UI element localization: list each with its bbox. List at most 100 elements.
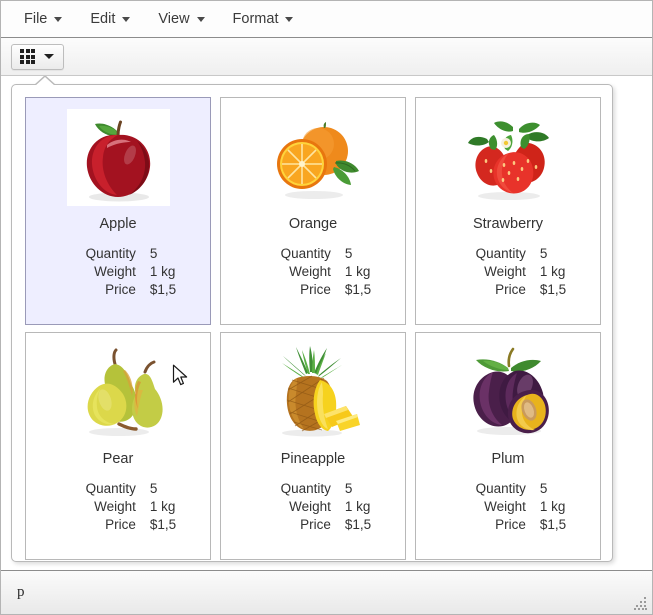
attr-label-weight: Weight: [289, 263, 331, 279]
attr-value-price: $1,5: [149, 281, 177, 297]
attr-spacer: [136, 264, 150, 279]
attr-value-price: $1,5: [344, 516, 372, 532]
attr-label-quantity: Quantity: [85, 480, 136, 496]
attr-label-weight: Weight: [289, 498, 331, 514]
status-bar: p: [1, 570, 652, 614]
status-text: p: [17, 584, 25, 600]
fruit-card-attributes: Quantity 5 Weight 1 kg Price $1,5: [255, 245, 372, 297]
attr-label-quantity: Quantity: [85, 245, 136, 261]
attr-value-weight: 1 kg: [539, 498, 566, 514]
content-area: Apple Quantity 5 Weight 1 kg Price $1,5: [1, 76, 652, 570]
fruit-card-attributes: Quantity 5 Weight 1 kg Price $1,5: [60, 480, 177, 532]
menu-item-file[interactable]: File: [13, 7, 73, 31]
attr-value-price: $1,5: [539, 516, 567, 532]
fruit-card-title: Orange: [288, 216, 338, 232]
attr-spacer: [136, 517, 150, 532]
fruit-card[interactable]: Plum Quantity 5 Weight 1 kg Price $1,5: [415, 332, 601, 560]
chevron-down-icon: [285, 16, 294, 22]
attr-spacer: [136, 481, 150, 496]
resize-grip-dot: [640, 605, 642, 607]
resize-grip-icon[interactable]: [634, 597, 647, 610]
attr-value-price: $1,5: [149, 516, 177, 532]
plum-image: [456, 344, 560, 441]
attr-spacer: [526, 282, 540, 297]
chevron-down-icon: [196, 16, 205, 22]
application-window: File Edit View Format Apple Quantity 5 Weight 1…: [0, 0, 653, 615]
attr-spacer: [526, 246, 540, 261]
attr-value-weight: 1 kg: [344, 498, 371, 514]
resize-grip-dot: [644, 605, 646, 607]
attr-spacer: [526, 517, 540, 532]
apple-image: [66, 109, 170, 206]
resize-grip-dot: [640, 601, 642, 603]
grid-view-dropdown-button[interactable]: [11, 43, 64, 70]
fruit-card[interactable]: Strawberry Quantity 5 Weight 1 kg Price $1,5: [415, 97, 601, 325]
attr-spacer: [331, 517, 345, 532]
attr-spacer: [331, 481, 345, 496]
attr-value-quantity: 5: [149, 480, 158, 496]
attr-label-quantity: Quantity: [280, 245, 331, 261]
fruit-card[interactable]: Pineapple Quantity 5 Weight 1 kg Price $1,5: [220, 332, 406, 560]
resize-grip-dot: [642, 608, 644, 610]
attr-spacer: [526, 264, 540, 279]
attr-label-price: Price: [300, 516, 331, 532]
menu-item-label: View: [158, 11, 190, 27]
resize-grip-dot: [645, 608, 647, 610]
attr-value-quantity: 5: [149, 245, 158, 261]
attr-label-weight: Weight: [484, 263, 526, 279]
attr-value-weight: 1 kg: [344, 263, 371, 279]
menu-item-label: File: [24, 11, 48, 27]
attr-label-price: Price: [105, 516, 136, 532]
resize-grip-dot: [644, 601, 646, 603]
menu-item-label: Edit: [90, 11, 116, 27]
attr-label-price: Price: [105, 281, 136, 297]
attr-spacer: [136, 246, 150, 261]
attr-value-price: $1,5: [539, 281, 567, 297]
attr-spacer: [136, 282, 150, 297]
attr-value-quantity: 5: [344, 245, 353, 261]
chevron-down-icon: [44, 54, 54, 59]
grid-popup-panel: Apple Quantity 5 Weight 1 kg Price $1,5: [11, 76, 613, 562]
resize-grip-dot: [636, 605, 638, 607]
attr-spacer: [331, 499, 345, 514]
attr-value-weight: 1 kg: [539, 263, 566, 279]
attr-spacer: [526, 481, 540, 496]
fruit-card-attributes: Quantity 5 Weight 1 kg Price $1,5: [450, 481, 567, 532]
attr-label-quantity: Quantity: [280, 480, 331, 496]
attr-spacer: [331, 264, 345, 279]
attr-spacer: [331, 246, 345, 261]
menu-item-edit[interactable]: Edit: [79, 7, 141, 31]
fruit-card-attributes: Quantity 5 Weight 1 kg Price $1,5: [255, 480, 372, 532]
attr-label-weight: Weight: [94, 498, 136, 514]
pineapple-image: [261, 344, 365, 441]
fruit-card[interactable]: Apple Quantity 5 Weight 1 kg Price $1,5: [25, 97, 211, 325]
chevron-down-icon: [54, 16, 63, 22]
resize-grip-dot: [634, 608, 636, 610]
fruit-card[interactable]: Orange Quantity 5 Weight 1 kg Price $1,5: [220, 97, 406, 325]
popup-arrow-fill: [35, 77, 55, 86]
menu-item-format[interactable]: Format: [222, 7, 305, 31]
attr-value-quantity: 5: [539, 245, 548, 261]
attr-value-weight: 1 kg: [149, 498, 176, 514]
attr-label-weight: Weight: [484, 498, 526, 514]
resize-grip-dot: [644, 597, 646, 599]
resize-grip-dot: [638, 608, 640, 610]
fruit-card-attributes: Quantity 5 Weight 1 kg Price $1,5: [60, 245, 177, 297]
attr-label-price: Price: [495, 281, 526, 297]
attr-label-weight: Weight: [94, 263, 136, 279]
menu-item-view[interactable]: View: [147, 7, 215, 31]
attr-label-price: Price: [495, 516, 526, 532]
toolbar: [1, 38, 652, 76]
attr-value-price: $1,5: [344, 281, 372, 297]
attr-value-quantity: 5: [344, 480, 353, 496]
strawberry-image: [456, 109, 560, 206]
orange-image: [261, 109, 365, 206]
attr-label-quantity: Quantity: [475, 245, 526, 261]
fruit-card[interactable]: Pear Quantity 5 Weight 1 kg Price $1,5: [25, 332, 211, 560]
fruit-card-attributes: Quantity 5 Weight 1 kg Price $1,5: [450, 245, 567, 297]
fruit-card-title: Pear: [102, 451, 134, 467]
fruit-card-grid: Apple Quantity 5 Weight 1 kg Price $1,5: [25, 97, 601, 560]
attr-spacer: [526, 499, 540, 514]
fruit-card-title: Plum: [491, 451, 525, 467]
attr-value-weight: 1 kg: [149, 263, 176, 279]
